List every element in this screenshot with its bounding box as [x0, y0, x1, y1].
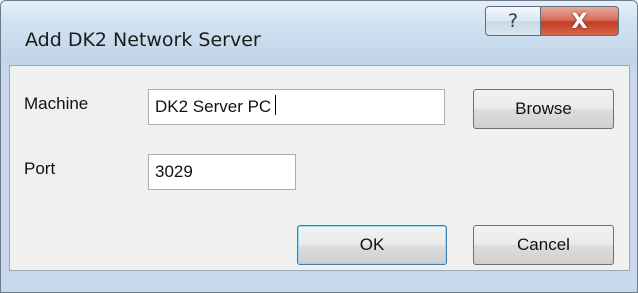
machine-input-value: DK2 Server PC	[155, 97, 272, 116]
port-label: Port	[24, 159, 56, 178]
port-input[interactable]: 3029	[148, 154, 296, 190]
help-icon: ?	[507, 10, 519, 32]
port-input-value: 3029	[155, 162, 193, 181]
dialog-window: Add DK2 Network Server ? X Machine DK2 S…	[0, 0, 638, 293]
ok-button[interactable]: OK	[297, 225, 447, 265]
text-caret	[275, 95, 277, 115]
window-title: Add DK2 Network Server	[25, 29, 261, 51]
title-bar[interactable]: Add DK2 Network Server ? X	[1, 1, 637, 65]
machine-input[interactable]: DK2 Server PC	[148, 89, 445, 125]
cancel-button[interactable]: Cancel	[473, 225, 614, 265]
machine-label: Machine	[24, 94, 89, 113]
close-button[interactable]: X	[540, 6, 619, 36]
dialog-body: Machine DK2 Server PC Browse Port 3029 O…	[9, 65, 630, 271]
close-icon: X	[571, 9, 588, 33]
browse-button[interactable]: Browse	[473, 89, 614, 129]
help-button[interactable]: ?	[485, 6, 541, 36]
